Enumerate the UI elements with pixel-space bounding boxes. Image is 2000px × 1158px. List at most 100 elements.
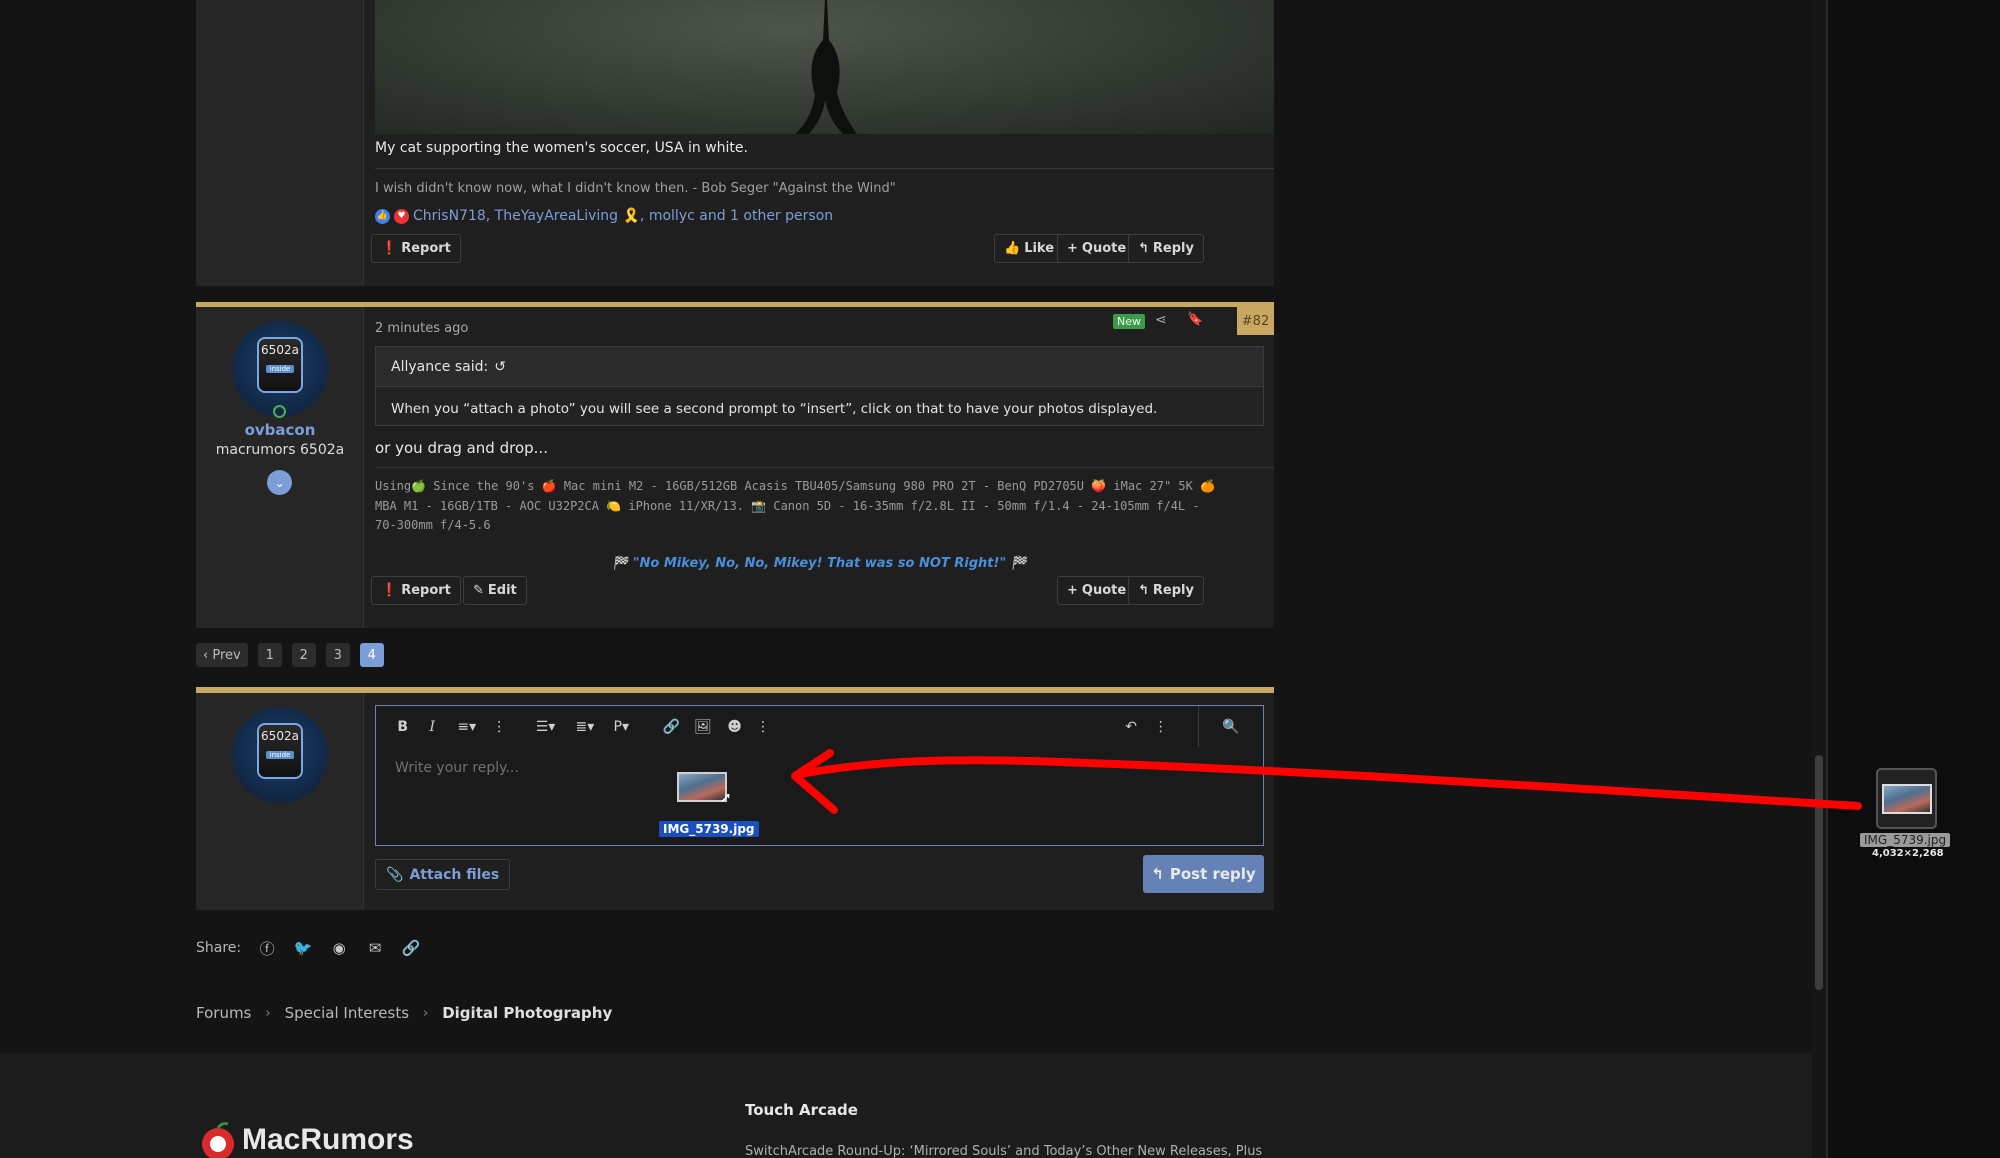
post-photo[interactable]: [375, 0, 1274, 134]
page-3-button[interactable]: 3: [325, 643, 350, 667]
email-icon[interactable]: ✉: [365, 938, 385, 958]
more-options-icon[interactable]: ⋮: [1147, 706, 1175, 747]
image-icon[interactable]: 🖼: [687, 706, 719, 747]
more-options-icon[interactable]: ⋮: [486, 706, 512, 747]
bold-icon[interactable]: B: [388, 706, 418, 747]
share-label: Share:: [196, 940, 242, 956]
breadcrumb-digital-photography[interactable]: Digital Photography: [442, 1004, 612, 1022]
share-bar: Share: ⓕ 🐦 ◉ ✉ 🔗: [196, 938, 421, 958]
page-1-button[interactable]: 1: [257, 643, 282, 667]
user-signature: Using🍏 Since the 90's 🍎 Mac mini M2 - 16…: [375, 477, 1270, 536]
desktop-file-name[interactable]: IMG_5739.jpg: [1860, 833, 1951, 847]
quote-header[interactable]: Allyance said: ↺: [376, 347, 1263, 387]
footer-section-heading[interactable]: Touch Arcade: [745, 1101, 858, 1119]
twitter-icon[interactable]: 🐦: [293, 938, 313, 958]
avatar[interactable]: 6502a inside: [232, 707, 328, 803]
macrumors-logo[interactable]: MacRumors: [196, 1122, 414, 1158]
editor-toolbar: B I ≡▾ ⋮ ☰▾ ≣▾ P▾ 🔗 🖼 ☻ ⋮ ↶ ⋮ 🔍: [376, 706, 1263, 747]
italic-icon[interactable]: I: [418, 706, 448, 747]
post-number-link[interactable]: #82: [1237, 307, 1274, 335]
reply-button[interactable]: ↰ Reply: [1128, 234, 1204, 263]
user-signature: I wish didn't know now, what I didn't kn…: [375, 181, 896, 196]
post-body: 2 minutes ago New ⋖ 🔖 #82 Allyance said:…: [365, 307, 1274, 628]
breadcrumb-special-interests[interactable]: Special Interests: [285, 1004, 409, 1022]
quote-button[interactable]: + Quote: [1057, 576, 1137, 605]
avatar-chip: 6502a inside: [257, 337, 303, 393]
reply-user-sidebar: 6502a inside: [196, 693, 364, 910]
expand-user-info-button[interactable]: ⌄: [267, 470, 292, 495]
footer-article-link[interactable]: SwitchArcade Round-Up: ‘Mirrored Souls’ …: [745, 1144, 1262, 1158]
alert-icon: ❗: [381, 241, 398, 256]
reactions-bar[interactable]: 👍 ♥ ChrisN718, TheYayAreaLiving 🎗️, moll…: [375, 208, 833, 224]
reply-placeholder: Write your reply...: [395, 760, 519, 776]
dragged-file-label: IMG_5739.jpg: [659, 821, 759, 837]
emoji-icon[interactable]: ☻: [719, 706, 751, 747]
breadcrumb: Forums › Special Interests › Digital Pho…: [196, 1004, 612, 1022]
link-icon[interactable]: 🔗: [656, 706, 688, 747]
new-badge: New: [1113, 314, 1145, 329]
post-reply-button[interactable]: ↰ Post reply: [1143, 855, 1264, 893]
quick-reply: 6502a inside B I ≡▾ ⋮ ☰▾ ≣▾ P▾ 🔗 🖼 ☻ ⋮ ↶…: [196, 687, 1274, 910]
attach-files-button[interactable]: 📎 Attach files: [375, 859, 511, 890]
post-82: 6502a inside ovbacon macrumors 6502a ⌄ 2…: [196, 302, 1274, 628]
quote-author[interactable]: Allyance said:: [391, 359, 488, 375]
signature-line: Using🍏 Since the 90's 🍎 Mac mini M2 - 16…: [375, 479, 1216, 493]
facebook-icon[interactable]: ⓕ: [257, 938, 277, 958]
reactions-users[interactable]: ChrisN718, TheYayAreaLiving 🎗️, mollyc a…: [413, 208, 833, 224]
jump-to-quote-icon[interactable]: ↺: [494, 359, 506, 375]
more-options-icon[interactable]: ⋮: [750, 706, 776, 747]
reply-button[interactable]: ↰ Reply: [1128, 576, 1204, 605]
bookmark-icon[interactable]: 🔖: [1187, 312, 1203, 327]
online-status-icon: [273, 405, 286, 418]
mouse-cursor-icon: ➚: [720, 790, 732, 806]
edit-button[interactable]: ✎ Edit: [463, 576, 527, 605]
report-button[interactable]: ❗ Report: [371, 234, 461, 263]
quote-button[interactable]: + Quote: [1057, 234, 1137, 263]
chevron-right-icon: ›: [423, 1005, 429, 1021]
flag-icon: 🏁: [1006, 556, 1027, 571]
signature-line: 70-300mm f/4-5.6: [375, 518, 491, 532]
like-reaction-icon: 👍: [375, 208, 390, 224]
user-title: macrumors 6502a: [215, 442, 345, 458]
post-user-sidebar: [196, 0, 364, 286]
reply-arrow-icon: ↰: [1138, 583, 1149, 598]
post-text: or you drag and drop...: [375, 439, 548, 457]
paperclip-icon: 📎: [386, 866, 404, 883]
signature-motto: 🏁 "No Mikey, No, No, Mikey! That was so …: [612, 556, 1027, 571]
cat-silhouette: [795, 0, 857, 134]
page-2-button[interactable]: 2: [291, 643, 316, 667]
prev-page-button[interactable]: ‹ Prev: [196, 643, 248, 667]
desktop-background: [1812, 0, 2000, 1158]
apple-logo-icon: [202, 1122, 234, 1158]
quote-text: When you “attach a photo” you will see a…: [391, 401, 1158, 417]
reddit-icon[interactable]: ◉: [329, 938, 349, 958]
link-icon[interactable]: 🔗: [401, 938, 421, 958]
username-link[interactable]: ovbacon: [196, 421, 364, 439]
signature-line: MBA M1 - 16GB/1TB - AOC U32P2CA 🍋 iPhone…: [375, 498, 1200, 513]
desktop-file-icon[interactable]: [1876, 768, 1937, 829]
like-button[interactable]: 👍 Like: [994, 234, 1065, 263]
undo-icon[interactable]: ↶: [1115, 706, 1147, 747]
post-body: My cat supporting the women's soccer, US…: [365, 0, 1274, 286]
scrollbar-thumb[interactable]: [1815, 755, 1823, 990]
thumbs-up-icon: 👍: [1004, 241, 1021, 256]
alert-icon: ❗: [381, 583, 398, 598]
list-menu-icon[interactable]: ☰▾: [526, 706, 565, 747]
avatar-chip: 6502a inside: [257, 723, 303, 779]
align-menu-icon[interactable]: ≣▾: [565, 706, 604, 747]
page-4-button[interactable]: 4: [359, 643, 384, 667]
text-style-menu-icon[interactable]: ≡▾: [447, 706, 486, 747]
signature-divider: [375, 467, 1274, 468]
post-timestamp[interactable]: 2 minutes ago: [375, 321, 468, 336]
post-user-sidebar: 6502a inside ovbacon macrumors 6502a ⌄: [196, 307, 364, 628]
share-icon[interactable]: ⋖: [1155, 312, 1167, 328]
love-reaction-icon: ♥: [394, 208, 409, 224]
pagination: ‹ Prev 1 2 3 4: [196, 643, 384, 667]
reply-editor[interactable]: B I ≡▾ ⋮ ☰▾ ≣▾ P▾ 🔗 🖼 ☻ ⋮ ↶ ⋮ 🔍 Write yo…: [375, 705, 1264, 846]
report-button[interactable]: ❗ Report: [371, 576, 461, 605]
paragraph-menu-icon[interactable]: P▾: [605, 706, 638, 747]
preview-icon[interactable]: 🔍: [1198, 706, 1263, 747]
quote-block: Allyance said: ↺ When you “attach a phot…: [375, 346, 1264, 426]
breadcrumb-forums[interactable]: Forums: [196, 1004, 251, 1022]
avatar[interactable]: 6502a inside: [232, 321, 328, 417]
